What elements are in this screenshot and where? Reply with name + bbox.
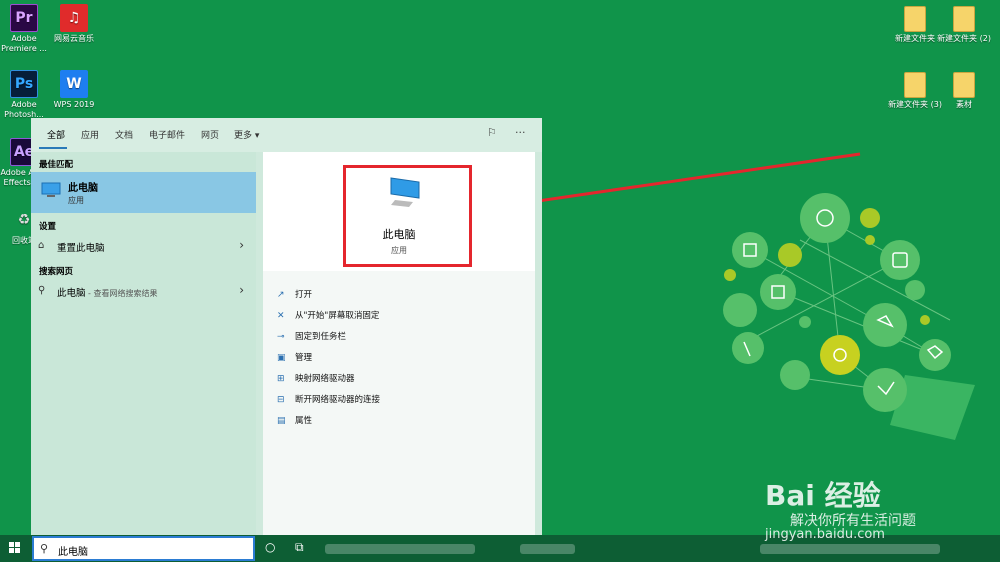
tab-web[interactable]: 网页 [201, 128, 219, 141]
computer-icon [41, 182, 61, 197]
action-properties[interactable]: ▤ 属性 [277, 414, 312, 430]
action-disconnect-network-drive[interactable]: ⊟ 断开网络驱动器的连接 [277, 393, 380, 409]
wallpaper-illustration [723, 193, 975, 440]
desktop-icon-label: Adobe Photosh... [4, 100, 44, 119]
best-match-title: 此电脑 [68, 183, 98, 194]
taskbar-apps-blurred [325, 544, 475, 554]
settings-header: 设置 [39, 222, 57, 232]
folder-icon [904, 72, 926, 98]
search-icon: ⚲ [40, 542, 49, 555]
tab-more[interactable]: 更多 ▾ [234, 128, 259, 141]
taskbar-apps-blurred [520, 544, 575, 554]
action-label: 固定到任务栏 [295, 332, 347, 342]
settings-item-label: 重置此电脑 [57, 243, 105, 254]
desktop-icon-label: 新建文件夹 (3) [888, 100, 942, 109]
search-input[interactable]: 此电脑 [58, 543, 88, 558]
action-label: 属性 [295, 416, 313, 426]
manage-icon: ▣ [277, 353, 286, 363]
tab-email[interactable]: 电子邮件 [149, 128, 185, 141]
person-icon: ⌂ [38, 240, 45, 251]
web-search-item[interactable]: ⚲ 此电脑 - 查看网络搜索结果 › [31, 280, 256, 302]
watermark-brand: Bai 经验 [765, 479, 881, 512]
action-label: 管理 [295, 353, 313, 363]
chevron-right-icon: › [239, 283, 244, 297]
netease-music-icon: ♫ [60, 4, 88, 32]
pin-icon: ⊸ [277, 332, 285, 342]
results-list: 最佳匹配 此电脑 应用 设置 ⌂ 重置此电脑 › 搜索网页 ⚲ 此电脑 - 查看… [31, 152, 256, 535]
web-search-header: 搜索网页 [39, 267, 74, 277]
system-tray-blurred [760, 544, 940, 554]
action-label: 打开 [295, 290, 313, 300]
best-match-header: 最佳匹配 [39, 160, 74, 170]
desktop-icon-label: 素材 [956, 100, 972, 109]
search-filter-tabs: 全部 应用 文档 电子邮件 网页 更多 ▾ ⚐ ··· [31, 118, 542, 152]
desktop-folder-1[interactable]: 新建文件夹 [887, 6, 943, 44]
web-search-subtitle: - 查看网络搜索结果 [85, 289, 158, 298]
action-pin-taskbar[interactable]: ⊸ 固定到任务栏 [277, 330, 346, 346]
desktop-icon-photoshop[interactable]: Ps Adobe Photosh... [0, 70, 52, 120]
tab-all[interactable]: 全部 [47, 128, 65, 141]
windows-start-icon[interactable] [9, 542, 21, 554]
more-options-icon[interactable]: ··· [515, 126, 526, 139]
action-label: 从"开始"屏幕取消固定 [295, 311, 380, 321]
open-icon: ↗ [277, 290, 285, 300]
taskbar-search-box[interactable]: ⚲ 此电脑 [32, 536, 255, 561]
folder-icon [953, 72, 975, 98]
desktop-icon-wps[interactable]: W WPS 2019 [46, 70, 102, 110]
properties-icon: ▤ [277, 416, 286, 426]
search-icon: ⚲ [38, 285, 46, 296]
highlight-box [343, 165, 472, 267]
desktop-icon-label: 网易云音乐 [54, 34, 94, 43]
network-drive-icon: ⊞ [277, 374, 285, 384]
desktop-icon-label: 新建文件夹 (2) [937, 34, 991, 43]
premiere-icon: Pr [10, 4, 38, 32]
tab-apps[interactable]: 应用 [81, 128, 99, 141]
web-search-label: 此电脑 - 查看网络搜索结果 [57, 285, 158, 299]
disconnect-drive-icon: ⊟ [277, 395, 285, 405]
action-label: 映射网络驱动器 [295, 374, 355, 384]
desktop-folder-3[interactable]: 新建文件夹 (3) [887, 72, 943, 110]
photoshop-icon: Ps [10, 70, 38, 98]
unpin-icon: ✕ [277, 311, 285, 321]
cortana-icon[interactable]: ○ [265, 540, 275, 554]
desktop-icon-premiere[interactable]: Pr Adobe Premiere ... [0, 4, 52, 54]
folder-icon [904, 6, 926, 32]
action-map-network-drive[interactable]: ⊞ 映射网络驱动器 [277, 372, 355, 388]
action-unpin-start[interactable]: ✕ 从"开始"屏幕取消固定 [277, 309, 379, 325]
wps-icon: W [60, 70, 88, 98]
action-manage[interactable]: ▣ 管理 [277, 351, 312, 367]
desktop-folder-materials[interactable]: 素材 [936, 72, 992, 110]
desktop-folder-2[interactable]: 新建文件夹 (2) [936, 6, 992, 44]
desktop-icon-label: Adobe Premiere ... [1, 34, 47, 53]
preview-card: 此电脑 应用 [263, 152, 535, 271]
task-view-icon[interactable]: ⧉ [295, 540, 304, 555]
tab-documents[interactable]: 文档 [115, 128, 133, 141]
desktop-icon-label: 新建文件夹 [895, 34, 935, 43]
desktop-icon-label: WPS 2019 [53, 100, 95, 109]
result-preview-pane: 此电脑 应用 ↗ 打开 ✕ 从"开始"屏幕取消固定 ⊸ 固定到任务栏 ▣ 管理 ⊞ 映射网… [263, 152, 535, 535]
start-menu-search-panel: 全部 应用 文档 电子邮件 网页 更多 ▾ ⚐ ··· 最佳匹配 此电脑 应用 … [31, 118, 542, 535]
settings-item-reset-pc[interactable]: ⌂ 重置此电脑 › [31, 235, 256, 257]
watermark-url: jingyan.baidu.com [765, 527, 885, 542]
feedback-icon[interactable]: ⚐ [487, 126, 497, 139]
active-tab-indicator [39, 147, 67, 149]
chevron-right-icon: › [239, 238, 244, 252]
web-search-title: 此电脑 [57, 288, 86, 299]
best-match-item[interactable]: 此电脑 应用 [31, 172, 256, 213]
desktop-icon-netease-music[interactable]: ♫ 网易云音乐 [46, 4, 102, 44]
action-label: 断开网络驱动器的连接 [295, 395, 381, 405]
action-open[interactable]: ↗ 打开 [277, 288, 312, 304]
best-match-subtitle: 应用 [68, 196, 84, 205]
folder-icon [953, 6, 975, 32]
